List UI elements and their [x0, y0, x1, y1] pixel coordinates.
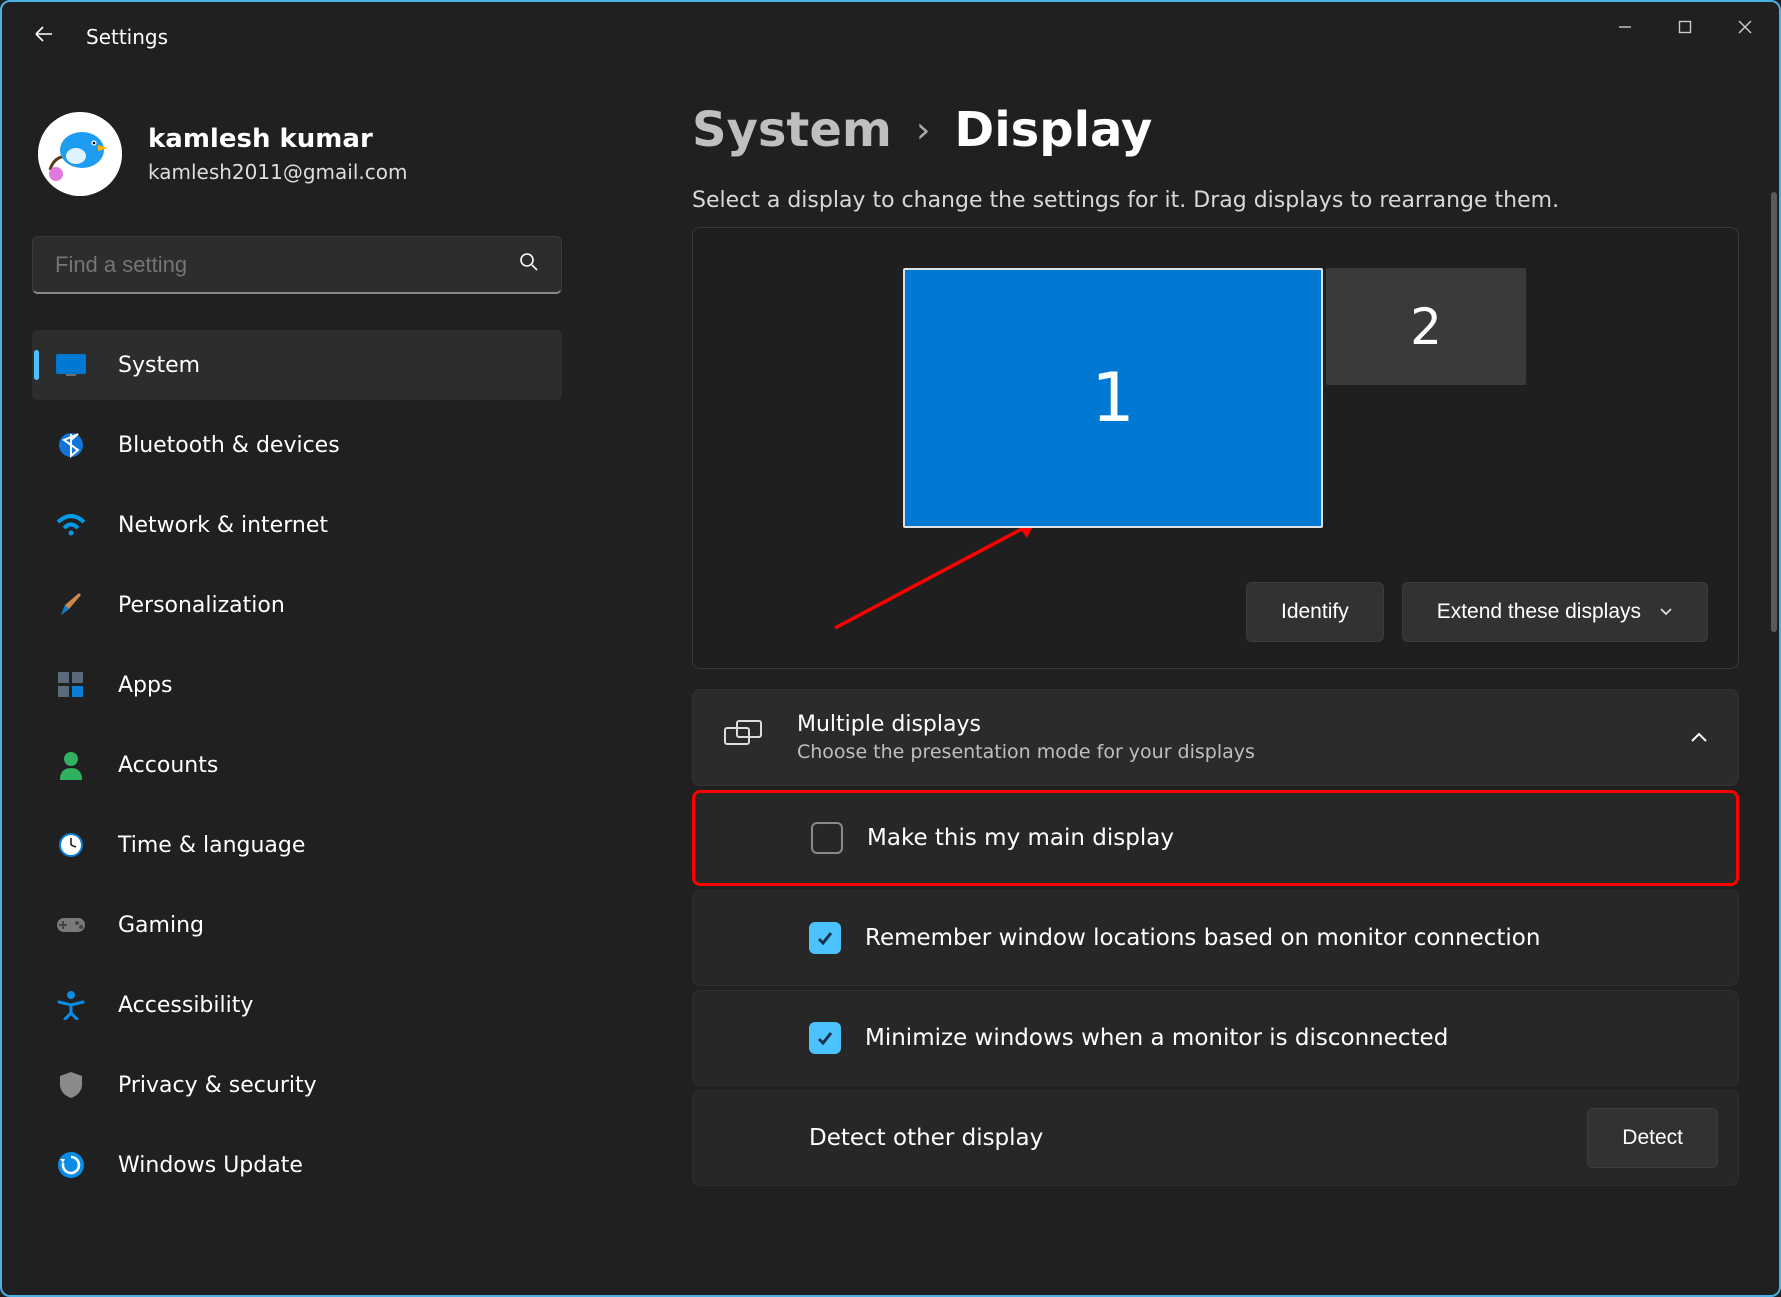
row-title: Multiple displays — [797, 712, 1656, 737]
gaming-icon — [54, 908, 88, 942]
sidebar-item-privacy[interactable]: Privacy & security — [32, 1050, 562, 1120]
shield-icon — [54, 1068, 88, 1102]
scrollbar[interactable] — [1771, 192, 1777, 632]
sidebar-item-time[interactable]: Time & language — [32, 810, 562, 880]
detect-other-display-row: Detect other display Detect — [692, 1090, 1739, 1186]
sidebar-item-network[interactable]: Network & internet — [32, 490, 562, 560]
search-icon — [519, 252, 539, 277]
chevron-down-icon — [1659, 604, 1673, 620]
sidebar-item-personalization[interactable]: Personalization — [32, 570, 562, 640]
minimize-button[interactable] — [1595, 2, 1655, 52]
multiple-displays-row[interactable]: Multiple displays Choose the presentatio… — [692, 689, 1739, 786]
update-icon — [54, 1148, 88, 1182]
user-block[interactable]: kamlesh kumar kamlesh2011@gmail.com — [32, 112, 562, 196]
main-content: System › Display Select a display to cha… — [592, 72, 1779, 1295]
clock-icon — [54, 828, 88, 862]
sidebar-item-label: Network & internet — [118, 513, 328, 538]
sidebar-item-accessibility[interactable]: Accessibility — [32, 970, 562, 1040]
sidebar-item-label: Time & language — [118, 833, 305, 858]
sidebar-item-label: System — [118, 353, 200, 378]
page-title: Display — [954, 102, 1152, 158]
sidebar-item-label: Personalization — [118, 593, 285, 618]
dropdown-label: Extend these displays — [1437, 600, 1641, 624]
user-name: kamlesh kumar — [148, 124, 407, 155]
identify-button[interactable]: Identify — [1246, 582, 1384, 642]
make-main-display-row[interactable]: Make this my main display — [692, 790, 1739, 886]
row-label: Make this my main display — [867, 825, 1174, 851]
sidebar-item-label: Bluetooth & devices — [118, 433, 340, 458]
breadcrumb: System › Display — [692, 102, 1739, 158]
close-button[interactable] — [1715, 2, 1775, 52]
remember-locations-row[interactable]: Remember window locations based on monit… — [692, 890, 1739, 986]
sidebar-item-label: Gaming — [118, 913, 204, 938]
brush-icon — [54, 588, 88, 622]
sidebar-item-label: Windows Update — [118, 1153, 303, 1178]
sidebar-item-label: Accounts — [118, 753, 218, 778]
arrange-hint: Select a display to change the settings … — [692, 188, 1739, 213]
minimize-checkbox[interactable] — [809, 1022, 841, 1054]
sidebar-item-label: Apps — [118, 673, 172, 698]
titlebar: Settings — [2, 2, 1779, 72]
sidebar-item-system[interactable]: System — [32, 330, 562, 400]
row-label: Detect other display — [809, 1125, 1043, 1151]
sidebar-item-label: Privacy & security — [118, 1073, 317, 1098]
detect-button[interactable]: Detect — [1587, 1108, 1718, 1168]
avatar — [38, 112, 122, 196]
back-icon[interactable] — [32, 22, 56, 52]
button-label: Identify — [1281, 600, 1349, 624]
window-controls — [1595, 2, 1775, 52]
sidebar: kamlesh kumar kamlesh2011@gmail.com Syst… — [2, 72, 592, 1295]
maximize-button[interactable] — [1655, 2, 1715, 52]
make-main-checkbox[interactable] — [811, 822, 843, 854]
search-input[interactable] — [55, 252, 519, 278]
remember-checkbox[interactable] — [809, 922, 841, 954]
display-1[interactable]: 1 — [903, 268, 1323, 528]
apps-icon — [54, 668, 88, 702]
display-arrange-canvas[interactable]: 1 2 — [723, 268, 1708, 528]
row-label: Remember window locations based on monit… — [865, 925, 1540, 951]
account-icon — [54, 748, 88, 782]
sidebar-item-accounts[interactable]: Accounts — [32, 730, 562, 800]
display-mode-dropdown[interactable]: Extend these displays — [1402, 582, 1708, 642]
user-email: kamlesh2011@gmail.com — [148, 160, 407, 184]
nav-list: System Bluetooth & devices Network & int… — [32, 330, 562, 1208]
chevron-right-icon: › — [916, 110, 930, 151]
minimize-disconnect-row[interactable]: Minimize windows when a monitor is disco… — [692, 990, 1739, 1086]
chevron-up-icon[interactable] — [1690, 727, 1708, 748]
display-2[interactable]: 2 — [1326, 268, 1526, 385]
button-label: Detect — [1622, 1126, 1683, 1150]
wifi-icon — [54, 508, 88, 542]
breadcrumb-parent[interactable]: System — [692, 102, 892, 158]
sidebar-item-apps[interactable]: Apps — [32, 650, 562, 720]
display-arrange-box: 1 2 Identify Extend these displays — [692, 227, 1739, 669]
row-label: Minimize windows when a monitor is disco… — [865, 1025, 1448, 1051]
sidebar-item-bluetooth[interactable]: Bluetooth & devices — [32, 410, 562, 480]
bluetooth-icon — [54, 428, 88, 462]
multiple-displays-icon — [723, 720, 763, 756]
search-box[interactable] — [32, 236, 562, 294]
sidebar-item-label: Accessibility — [118, 993, 253, 1018]
row-subtitle: Choose the presentation mode for your di… — [797, 741, 1656, 763]
app-title: Settings — [86, 25, 168, 49]
sidebar-item-update[interactable]: Windows Update — [32, 1130, 562, 1200]
system-icon — [54, 348, 88, 382]
accessibility-icon — [54, 988, 88, 1022]
sidebar-item-gaming[interactable]: Gaming — [32, 890, 562, 960]
